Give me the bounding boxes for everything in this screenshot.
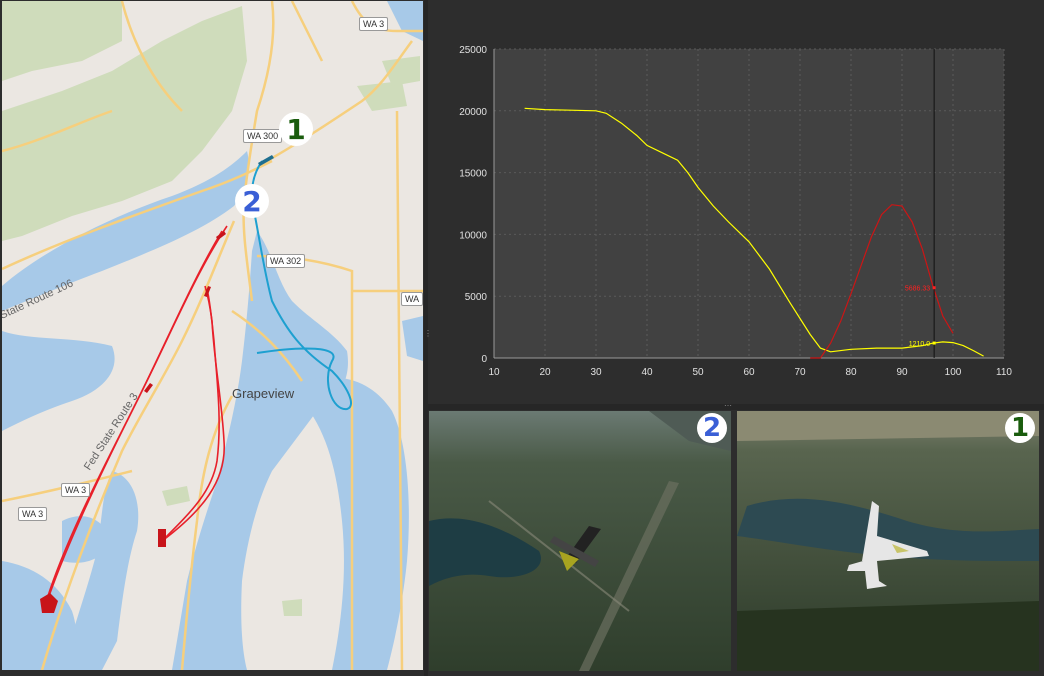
y-tick-label: 10000 [459, 230, 487, 241]
road-shield-wa302: WA 302 [266, 254, 306, 268]
annotation-label: 5686.33 [905, 286, 930, 293]
view-1-label: 1 [1010, 413, 1030, 443]
y-tick-label: 20000 [459, 107, 487, 118]
road-shield-wa3-left: WA 3 [61, 483, 91, 497]
annotation-point [932, 286, 936, 290]
x-tick-label: 20 [539, 367, 551, 378]
map-canvas[interactable] [2, 1, 423, 670]
x-tick-label: 50 [692, 367, 704, 378]
annotation-point [932, 341, 936, 345]
x-tick-label: 30 [590, 367, 602, 378]
road-shield-wa300: WA 300 [243, 129, 283, 143]
view-1-badge: 1 [1005, 413, 1035, 443]
camera-view-aircraft-1[interactable]: 1 [737, 411, 1039, 671]
y-tick-label: 0 [481, 354, 487, 365]
map-panel[interactable]: WA 3 WA 300 WA 302 WA WA 3 WA 3 State Ro… [2, 1, 423, 670]
road-shield-wa-edge: WA [401, 292, 423, 306]
x-tick-label: 80 [845, 367, 857, 378]
x-tick-label: 70 [794, 367, 806, 378]
x-tick-label: 60 [743, 367, 755, 378]
x-tick-label: 90 [896, 367, 908, 378]
y-tick-label: 5000 [465, 292, 488, 303]
vertical-splitter[interactable]: ⋮ [424, 0, 432, 676]
horizontal-splitter[interactable]: ⋯ [428, 402, 1044, 410]
place-label-grapeview: Grapeview [232, 386, 295, 401]
view-2-label: 2 [702, 413, 722, 443]
x-tick-label: 100 [945, 367, 962, 378]
road-shield-wa3-top: WA 3 [359, 17, 389, 31]
x-tick-label: 40 [641, 367, 653, 378]
x-tick-label: 110 [996, 367, 1012, 378]
road-shield-wa3-bottom: WA 3 [18, 507, 48, 521]
altitude-chart[interactable]: 10 20 30 40 50 60 70 80 90 100 110 0 5000 10000 15000 2… [429, 4, 1042, 404]
terrain-view-1 [737, 411, 1039, 671]
terrain-view-2 [429, 411, 731, 671]
y-tick-label: 15000 [459, 169, 487, 180]
marker-2[interactable]: 2 [235, 184, 269, 218]
marker-1[interactable]: 1 [279, 112, 313, 146]
camera-view-aircraft-2[interactable]: 2 [429, 411, 731, 671]
view-2-badge: 2 [697, 413, 727, 443]
marker-1-label: 1 [286, 112, 306, 146]
x-tick-label: 10 [488, 367, 500, 378]
annotation-label: 1210.0 [909, 341, 931, 348]
y-tick-label: 25000 [459, 45, 487, 56]
altitude-chart-panel[interactable]: 10 20 30 40 50 60 70 80 90 100 110 0 5000 10000 15000 2… [429, 4, 1042, 404]
marker-2-label: 2 [242, 184, 262, 218]
